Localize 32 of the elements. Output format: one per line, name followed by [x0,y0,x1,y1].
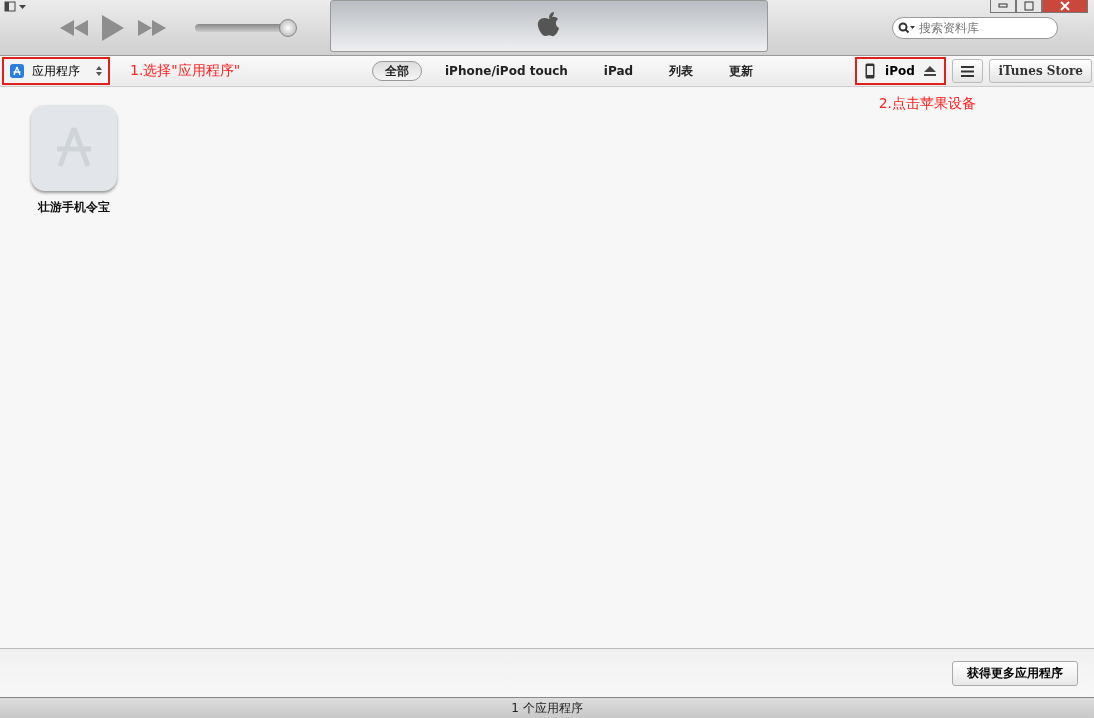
app-store-icon [10,64,24,78]
play-icon[interactable] [102,14,124,41]
search-icon [898,22,916,34]
maximize-button[interactable] [1016,0,1042,13]
menu-button[interactable] [952,59,984,83]
volume-thumb[interactable] [279,18,297,37]
menu-icon [961,65,975,77]
phone-icon [865,63,876,79]
app-name: 壮游手机令宝 [38,199,110,216]
filter-tab[interactable]: 列表 [656,61,707,81]
library-selector[interactable]: 应用程序 [2,57,110,85]
up-down-arrows-icon [96,66,102,76]
eject-icon[interactable] [924,66,937,76]
device-button[interactable]: iPod [855,57,947,85]
filter-tab[interactable]: 更新 [716,61,767,81]
sidebar-toggle-icon[interactable] [4,1,28,12]
filter-tab[interactable]: iPhone/iPod touch [432,61,581,81]
filter-tab[interactable]: iPad [590,61,647,81]
minimize-button[interactable] [990,0,1016,13]
maximize-icon [1024,1,1034,11]
close-button[interactable] [1042,0,1088,13]
minimize-icon [998,3,1008,9]
fast-forward-icon[interactable] [138,19,166,36]
close-icon [1059,1,1071,11]
annotation-text: 1.选择"应用程序" [130,62,241,80]
status-bar: 1 个应用程序 [0,697,1094,718]
more-apps-button[interactable]: 获得更多应用程序 [952,660,1078,686]
filter-tab[interactable]: 全部 [372,61,422,81]
search-field[interactable]: 搜索资料库 [892,17,1058,39]
annotation-text: 2.点击苹果设备 [878,95,976,113]
store-button[interactable]: iTunes Store [989,59,1092,83]
rewind-icon[interactable] [60,19,88,36]
